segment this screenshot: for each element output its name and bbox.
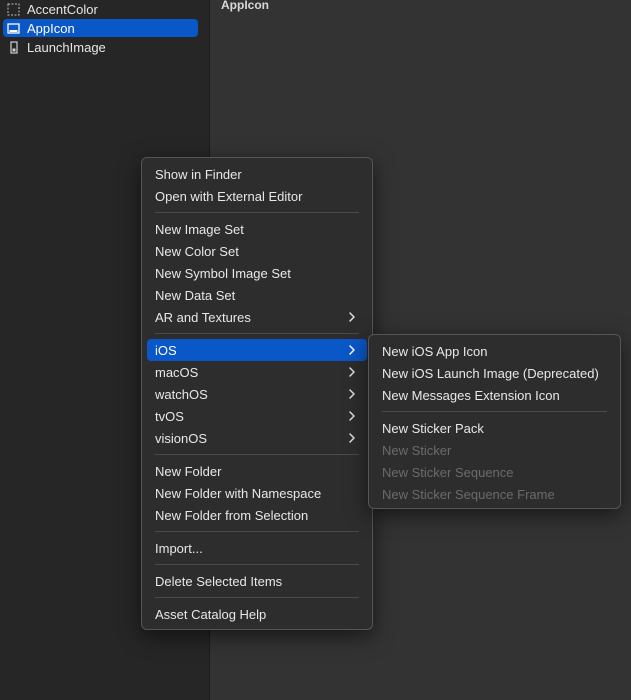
page-title: AppIcon (221, 0, 269, 12)
menu-item-import[interactable]: Import... (147, 537, 367, 559)
menu-item-label: New Symbol Image Set (155, 265, 291, 281)
menu-item-label: AR and Textures (155, 309, 251, 325)
menu-item-watchos[interactable]: watchOS (147, 383, 367, 405)
menu-item-show-in-finder[interactable]: Show in Finder (147, 163, 367, 185)
menu-item-ios[interactable]: iOS (147, 339, 367, 361)
menu-item-label: New iOS Launch Image (Deprecated) (382, 365, 599, 381)
sidebar-item-launchimage[interactable]: LaunchImage (3, 38, 198, 56)
chevron-right-icon (349, 411, 355, 421)
menu-item-new-folder[interactable]: New Folder (147, 460, 367, 482)
chevron-right-icon (349, 345, 355, 355)
context-menu: Show in Finder Open with External Editor… (141, 157, 373, 630)
submenu-item-new-messages-extension-icon[interactable]: New Messages Extension Icon (374, 384, 615, 406)
menu-item-label: tvOS (155, 408, 184, 424)
menu-item-label: New Folder (155, 463, 222, 479)
menu-item-asset-catalog-help[interactable]: Asset Catalog Help (147, 603, 367, 625)
menu-item-label: New Messages Extension Icon (382, 387, 560, 403)
launch-image-icon (7, 40, 20, 54)
menu-item-ar-and-textures[interactable]: AR and Textures (147, 306, 367, 328)
menu-item-label: New Color Set (155, 243, 239, 259)
menu-item-visionos[interactable]: visionOS (147, 427, 367, 449)
submenu-item-new-ios-app-icon[interactable]: New iOS App Icon (374, 340, 615, 362)
sidebar-item-accentcolor[interactable]: AccentColor (3, 0, 198, 18)
chevron-right-icon (349, 433, 355, 443)
menu-item-delete-selected[interactable]: Delete Selected Items (147, 570, 367, 592)
menu-separator (155, 564, 359, 565)
submenu-item-new-sticker-sequence: New Sticker Sequence (374, 461, 615, 483)
menu-item-new-color-set[interactable]: New Color Set (147, 240, 367, 262)
sidebar-item-label: AccentColor (27, 1, 98, 17)
color-set-icon (7, 3, 20, 16)
menu-item-label: New Data Set (155, 287, 236, 303)
menu-item-label: New Sticker Pack (382, 420, 484, 436)
submenu-item-new-sticker-sequence-frame: New Sticker Sequence Frame (374, 483, 615, 505)
menu-item-label: New iOS App Icon (382, 343, 488, 359)
menu-separator (155, 597, 359, 598)
menu-item-label: Show in Finder (155, 166, 242, 182)
ios-submenu: New iOS App Icon New iOS Launch Image (D… (368, 334, 621, 509)
menu-separator (155, 454, 359, 455)
menu-item-label: iOS (155, 342, 177, 358)
chevron-right-icon (349, 389, 355, 399)
menu-item-macos[interactable]: macOS (147, 361, 367, 383)
menu-item-label: visionOS (155, 430, 208, 446)
menu-item-label: New Sticker Sequence Frame (382, 486, 555, 502)
submenu-item-new-sticker-pack[interactable]: New Sticker Pack (374, 417, 615, 439)
menu-item-label: New Folder with Namespace (155, 485, 322, 501)
menu-item-new-folder-from-selection[interactable]: New Folder from Selection (147, 504, 367, 526)
menu-item-label: Delete Selected Items (155, 573, 283, 589)
sidebar-item-label: AppIcon (27, 20, 75, 36)
menu-item-label: watchOS (155, 386, 208, 402)
menu-separator (155, 333, 359, 334)
menu-item-label: macOS (155, 364, 199, 380)
submenu-item-new-ios-launch-image[interactable]: New iOS Launch Image (Deprecated) (374, 362, 615, 384)
menu-item-open-external-editor[interactable]: Open with External Editor (147, 185, 367, 207)
menu-separator (382, 411, 607, 412)
submenu-item-new-sticker: New Sticker (374, 439, 615, 461)
menu-item-label: New Sticker Sequence (382, 464, 514, 480)
menu-item-new-symbol-image-set[interactable]: New Symbol Image Set (147, 262, 367, 284)
menu-item-label: Import... (155, 540, 203, 556)
menu-item-tvos[interactable]: tvOS (147, 405, 367, 427)
menu-item-label: Asset Catalog Help (155, 606, 267, 622)
menu-item-label: New Folder from Selection (155, 507, 309, 523)
menu-item-new-data-set[interactable]: New Data Set (147, 284, 367, 306)
chevron-right-icon (349, 312, 355, 322)
app-icon-set-icon (7, 22, 20, 35)
sidebar-item-label: LaunchImage (27, 39, 106, 55)
menu-item-label: New Image Set (155, 221, 244, 237)
chevron-right-icon (349, 367, 355, 377)
menu-separator (155, 531, 359, 532)
menu-item-new-image-set[interactable]: New Image Set (147, 218, 367, 240)
menu-item-label: Open with External Editor (155, 188, 303, 204)
menu-item-label: New Sticker (382, 442, 452, 458)
menu-item-new-folder-namespace[interactable]: New Folder with Namespace (147, 482, 367, 504)
sidebar-item-appicon[interactable]: AppIcon (3, 19, 198, 37)
menu-separator (155, 212, 359, 213)
